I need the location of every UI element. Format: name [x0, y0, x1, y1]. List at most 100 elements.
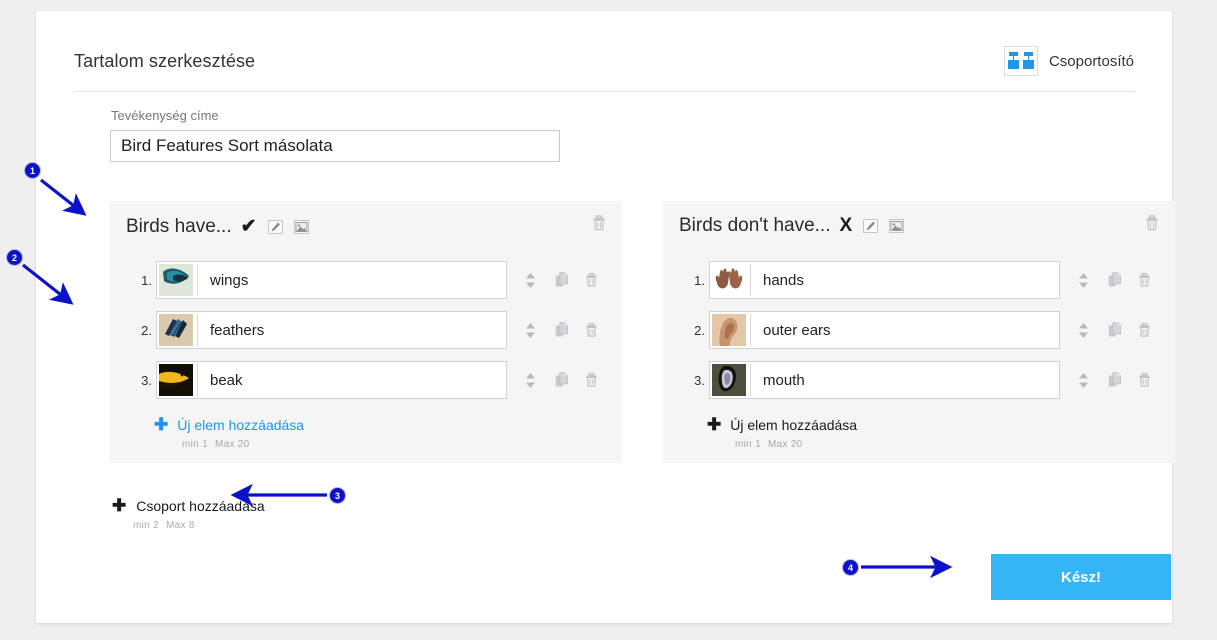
item-index: 3. [141, 372, 152, 388]
max-label: Max 8 [165, 520, 195, 531]
min-label: min 2 [133, 520, 159, 531]
group-panel-1: Birds have... ✔ 1. wings 2. feathers 3. … [110, 201, 622, 463]
row-actions [1078, 271, 1153, 289]
add-item-label: Új elem hozzáadása [730, 416, 858, 433]
sort-updown-icon[interactable] [1078, 322, 1093, 339]
list-item: 3. beak [141, 361, 600, 399]
group-limits: min 2 Max 8 [133, 520, 202, 531]
add-item-button-2[interactable]: ✚ Új elem hozzáadása [707, 416, 857, 433]
edit-pencil-icon[interactable] [863, 219, 879, 233]
image-icon[interactable] [889, 219, 905, 233]
duplicate-icon[interactable] [1108, 321, 1123, 339]
delete-group-button-2[interactable] [1145, 215, 1159, 231]
duplicate-icon[interactable] [1108, 271, 1123, 289]
item-input-2-3[interactable]: mouth [709, 361, 1060, 399]
screen: Tartalom szerkesztése Csoportosító Tevék… [0, 0, 1217, 640]
item-label: outer ears [763, 321, 831, 339]
add-item-button-1[interactable]: ✚ Új elem hozzáadása [154, 416, 304, 433]
item-label: beak [210, 371, 243, 389]
sort-updown-icon[interactable] [525, 322, 540, 339]
item-input-2-1[interactable]: hands [709, 261, 1060, 299]
row-actions [1078, 321, 1153, 339]
trash-icon[interactable] [1138, 372, 1153, 389]
max-label: Max 20 [214, 439, 250, 450]
annotation-badge-3: 3 [329, 487, 346, 504]
add-item-label: Új elem hozzáadása [177, 416, 305, 433]
item-label: mouth [763, 371, 805, 389]
trash-icon[interactable] [585, 322, 600, 339]
sort-updown-icon[interactable] [1078, 372, 1093, 389]
delete-group-button-1[interactable] [592, 215, 606, 231]
activity-title-input[interactable] [110, 130, 560, 162]
group-title-2: Birds don't have... [679, 215, 831, 236]
mouth-photo[interactable] [712, 364, 751, 396]
list-item: 3. mouth [694, 361, 1153, 399]
plus-icon: ✚ [154, 415, 169, 434]
item-label: wings [210, 271, 249, 289]
ear-photo[interactable] [712, 314, 751, 346]
feathers-photo[interactable] [159, 314, 198, 346]
item-input-2-2[interactable]: outer ears [709, 311, 1060, 349]
toucan-beak-photo[interactable] [159, 364, 198, 396]
duplicate-icon[interactable] [555, 371, 570, 389]
group-symbol-check-icon: ✔ [240, 216, 257, 237]
row-actions [1078, 371, 1153, 389]
duplicate-icon[interactable] [555, 271, 570, 289]
sort-updown-icon[interactable] [525, 372, 540, 389]
activity-title-label: Tevékenység címe [111, 108, 219, 123]
item-limits-1: min 1 Max 20 [182, 439, 257, 450]
annotation-badge-1: 1 [24, 162, 41, 179]
annotation-badge-4: 4 [842, 559, 859, 576]
edit-pencil-icon[interactable] [267, 219, 283, 234]
item-input-1-1[interactable]: wings [156, 261, 507, 299]
add-group-button[interactable]: ✚ Csoport hozzáadása [112, 497, 265, 514]
item-index: 2. [141, 322, 152, 338]
item-limits-2: min 1 Max 20 [735, 439, 810, 450]
add-group-label: Csoport hozzáadása [136, 497, 265, 514]
duplicate-icon[interactable] [555, 321, 570, 339]
group-header-1: Birds have... ✔ [126, 215, 309, 238]
item-index: 2. [694, 322, 705, 338]
card-header: Tartalom szerkesztése Csoportosító [36, 11, 1172, 92]
mode-label: Csoportosító [1048, 52, 1134, 70]
plus-icon: ✚ [707, 415, 722, 434]
item-label: feathers [210, 321, 265, 339]
sort-updown-icon[interactable] [1078, 272, 1093, 289]
hands-photo[interactable] [712, 264, 751, 296]
page-title: Tartalom szerkesztése [74, 51, 256, 71]
max-label: Max 20 [767, 439, 803, 450]
item-input-1-2[interactable]: feathers [156, 311, 507, 349]
trash-icon[interactable] [585, 372, 600, 389]
annotation-badge-2: 2 [6, 249, 23, 266]
row-actions [525, 321, 600, 339]
bird-wing-photo[interactable] [159, 264, 198, 296]
min-label: min 1 [735, 439, 761, 450]
sort-updown-icon[interactable] [525, 272, 540, 289]
group-sort-icon [1003, 46, 1038, 76]
item-input-1-3[interactable]: beak [156, 361, 507, 399]
list-item: 1. wings [141, 261, 600, 299]
list-item: 1. hands [694, 261, 1153, 299]
row-actions [525, 271, 600, 289]
min-label: min 1 [182, 439, 208, 450]
group-symbol-cross-icon: X [839, 215, 853, 236]
item-index: 1. [141, 272, 152, 288]
group-panel-2: Birds don't have... X 1. hands 2. outer … [663, 201, 1175, 463]
group-header-2: Birds don't have... X [679, 215, 905, 237]
list-item: 2. feathers [141, 311, 600, 349]
header-divider [74, 91, 1135, 92]
duplicate-icon[interactable] [1108, 371, 1123, 389]
item-index: 1. [694, 272, 705, 288]
editor-card: Tartalom szerkesztése Csoportosító Tevék… [36, 11, 1175, 623]
row-actions [525, 371, 600, 389]
image-icon[interactable] [293, 219, 309, 234]
plus-icon: ✚ [112, 496, 127, 515]
done-button[interactable]: Kész! [991, 554, 1171, 600]
mode-indicator[interactable]: Csoportosító [1003, 46, 1134, 76]
list-item: 2. outer ears [694, 311, 1153, 349]
group-title-1: Birds have... [126, 215, 232, 237]
trash-icon[interactable] [585, 272, 600, 289]
trash-icon[interactable] [1138, 322, 1153, 339]
item-label: hands [763, 271, 804, 289]
trash-icon[interactable] [1138, 272, 1153, 289]
